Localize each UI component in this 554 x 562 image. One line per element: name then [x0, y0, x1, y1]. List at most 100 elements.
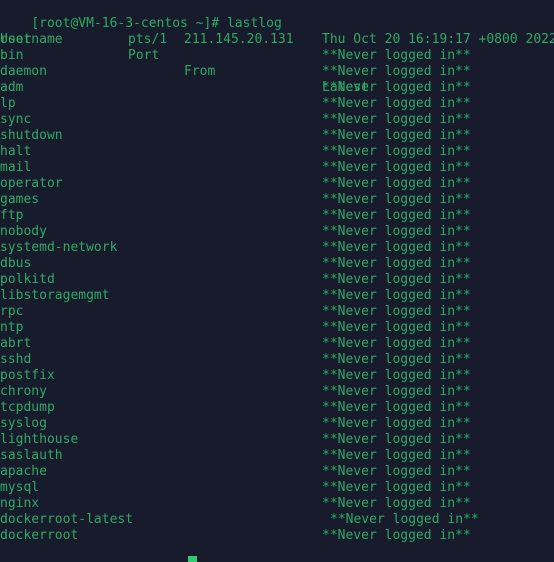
final-prompt-line[interactable]: [root@VM-16-3-centos ~]# — [0, 556, 554, 562]
cell-username: halt — [0, 144, 32, 159]
cell-latest: **Never logged in** — [322, 224, 471, 239]
table-row: syslog **Never logged in** — [0, 416, 554, 432]
cell-latest: **Never logged in** — [322, 240, 471, 255]
table-row: dockerroot-latest **Never logged in** — [0, 512, 554, 528]
cursor-block — [188, 556, 197, 562]
cell-latest: **Never logged in** — [322, 144, 471, 159]
table-row: daemon **Never logged in** — [0, 64, 554, 80]
table-row: halt **Never logged in** — [0, 144, 554, 160]
cell-latest: **Never logged in** — [322, 64, 471, 79]
table-row: saslauth **Never logged in** — [0, 448, 554, 464]
cell-latest: **Never logged in** — [322, 304, 471, 319]
cell-latest: **Never logged in** — [322, 272, 471, 287]
cell-username: polkitd — [0, 272, 55, 287]
cell-username: mysql — [0, 480, 40, 495]
cell-latest: **Never logged in** — [322, 192, 471, 207]
cell-latest: **Never logged in** — [322, 416, 471, 431]
cell-username: adm — [0, 80, 24, 95]
cell-username: syslog — [0, 416, 47, 431]
final-prompt-clip: [root@VM-16-3-centos ~]# — [0, 556, 554, 562]
table-row: bin **Never logged in** — [0, 48, 554, 64]
table-row: tcpdump **Never logged in** — [0, 400, 554, 416]
table-row: mail **Never logged in** — [0, 160, 554, 176]
table-row: postfix **Never logged in** — [0, 368, 554, 384]
table-row: rpc **Never logged in** — [0, 304, 554, 320]
terminal-window[interactable]: [root@VM-16-3-centos ~]# lastlog Usernam… — [0, 0, 554, 562]
cell-latest: **Never logged in** — [322, 208, 471, 223]
cell-latest: **Never logged in** — [322, 160, 471, 175]
table-row: shutdown **Never logged in** — [0, 128, 554, 144]
table-row: sshd **Never logged in** — [0, 352, 554, 368]
cell-latest: **Never logged in** — [322, 368, 471, 383]
cell-latest: **Never logged in** — [322, 384, 471, 399]
cell-username: rpc — [0, 304, 24, 319]
table-row: sync **Never logged in** — [0, 112, 554, 128]
cell-username: apache — [0, 464, 47, 479]
cell-latest: **Never logged in** — [322, 352, 471, 367]
cell-username: sync — [0, 112, 32, 127]
cell-username: nobody — [0, 224, 47, 239]
table-row: libstoragemgmt **Never logged in** — [0, 288, 554, 304]
lastlog-rows: root pts/1 211.145.20.131 Thu Oct 20 16:19:… — [0, 32, 554, 544]
cell-latest: **Never logged in** — [322, 496, 471, 511]
table-header-row: Username Port From Latest — [0, 16, 554, 95]
cell-username: postfix — [0, 368, 55, 383]
cell-username: nginx — [0, 496, 40, 511]
table-row: nginx **Never logged in** — [0, 496, 554, 512]
cell-latest: **Never logged in** — [322, 336, 471, 351]
table-row: ntp **Never logged in** — [0, 320, 554, 336]
cell-latest: **Never logged in** — [322, 480, 471, 495]
table-row: root pts/1 211.145.20.131 Thu Oct 20 16:19:… — [0, 32, 554, 48]
cell-username: tcpdump — [0, 400, 55, 415]
table-row: lighthouse **Never logged in** — [0, 432, 554, 448]
cell-username: shutdown — [0, 128, 63, 143]
cell-username: bin — [0, 48, 24, 63]
cell-username: chrony — [0, 384, 47, 399]
cell-username: saslauth — [0, 448, 63, 463]
cell-latest: **Never logged in** — [322, 320, 471, 335]
table-row: nobody **Never logged in** — [0, 224, 554, 240]
cell-latest: **Never logged in** — [322, 528, 471, 543]
cell-username: operator — [0, 176, 63, 191]
cell-username: libstoragemgmt — [0, 288, 110, 303]
table-row: apache **Never logged in** — [0, 464, 554, 480]
cell-username: lp — [0, 96, 16, 111]
cell-latest: **Never logged in** — [330, 512, 479, 527]
cell-latest: **Never logged in** — [322, 128, 471, 143]
cell-username: daemon — [0, 64, 47, 79]
cell-username: root — [0, 32, 32, 47]
cell-latest: **Never logged in** — [322, 400, 471, 415]
cell-username: dockerroot-latest — [0, 512, 134, 527]
cell-username: lighthouse — [0, 432, 79, 447]
table-row: polkitd **Never logged in** — [0, 272, 554, 288]
cell-latest: **Never logged in** — [322, 112, 471, 127]
table-row: adm **Never logged in** — [0, 80, 554, 96]
cell-latest: **Never logged in** — [322, 448, 471, 463]
cell-latest: **Never logged in** — [322, 176, 471, 191]
cell-username: abrt — [0, 336, 32, 351]
table-row: operator **Never logged in** — [0, 176, 554, 192]
cell-username: dockerroot — [0, 528, 79, 543]
table-row: systemd-network **Never logged in** — [0, 240, 554, 256]
table-row: mysql **Never logged in** — [0, 480, 554, 496]
cell-latest: **Never logged in** — [322, 288, 471, 303]
table-row: ftp **Never logged in** — [0, 208, 554, 224]
cell-username: ftp — [0, 208, 24, 223]
cell-username: mail — [0, 160, 32, 175]
table-row: chrony **Never logged in** — [0, 384, 554, 400]
command-prompt-line: [root@VM-16-3-centos ~]# lastlog — [0, 0, 554, 31]
cell-from: 211.145.20.131 — [184, 32, 294, 47]
cell-port: pts/1 — [128, 32, 168, 47]
cell-latest: **Never logged in** — [322, 464, 471, 479]
cell-username: games — [0, 192, 40, 207]
cell-latest: **Never logged in** — [322, 48, 471, 63]
table-row: games **Never logged in** — [0, 192, 554, 208]
table-row: lp **Never logged in** — [0, 96, 554, 112]
table-row: abrt **Never logged in** — [0, 336, 554, 352]
cell-latest: **Never logged in** — [322, 80, 471, 95]
cell-username: ntp — [0, 320, 24, 335]
table-row: dbus **Never logged in** — [0, 256, 554, 272]
cell-username: sshd — [0, 352, 32, 367]
cell-latest: Thu Oct 20 16:19:17 +0800 2022 — [322, 32, 554, 47]
cell-username: systemd-network — [0, 240, 118, 255]
